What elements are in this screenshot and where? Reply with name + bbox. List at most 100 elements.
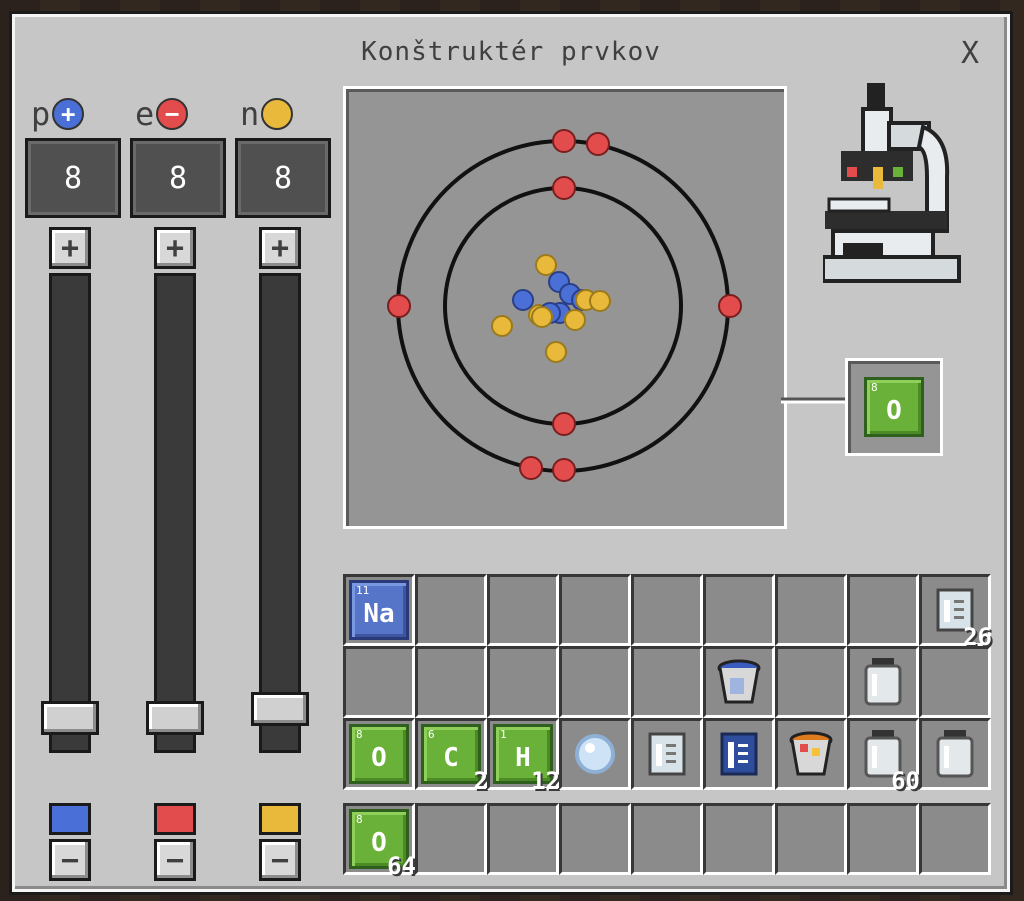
inventory-slot[interactable]: 8 O — [343, 718, 415, 790]
electron — [586, 132, 610, 156]
output-element-tile[interactable]: 8 O — [864, 377, 924, 437]
neutron-count: 8 — [235, 138, 331, 218]
beaker-icon — [720, 732, 758, 776]
inventory-slot-empty[interactable] — [415, 646, 487, 718]
element-symbol: C — [443, 743, 459, 773]
proton-minus-button[interactable]: − — [49, 839, 91, 881]
proton-count: 8 — [25, 138, 121, 218]
proton-slider: + − — [41, 227, 99, 881]
proton — [512, 289, 534, 311]
element-tile-o[interactable]: 8 O — [349, 724, 409, 784]
inventory-slot[interactable]: 60 — [847, 718, 920, 795]
electron — [552, 129, 576, 153]
inventory-slot-empty[interactable] — [559, 803, 631, 875]
neutron-label: n — [240, 95, 294, 133]
neutron-icon — [261, 98, 294, 130]
atomic-number: 8 — [356, 813, 363, 826]
stack-count: 12 — [531, 767, 560, 795]
inventory-slot[interactable]: 8 O 64 — [343, 803, 416, 880]
neutron-letter: n — [240, 95, 260, 133]
electron — [552, 412, 576, 436]
inventory-slot-empty[interactable] — [487, 803, 559, 875]
snowball-icon — [575, 734, 615, 774]
element-tile-c[interactable]: 6 C — [421, 724, 481, 784]
inventory-slot-empty[interactable] — [847, 574, 919, 646]
inventory-slot-empty[interactable] — [559, 574, 631, 646]
electron-count: 8 — [130, 138, 226, 218]
element-symbol: Na — [363, 599, 395, 629]
atomic-number: 11 — [356, 584, 370, 597]
inventory-slot[interactable] — [559, 718, 631, 790]
stack-count: 64 — [387, 852, 416, 880]
output-slot[interactable]: 8 O — [845, 358, 943, 456]
inventory-slot-empty[interactable] — [487, 646, 559, 718]
inventory-slot-empty[interactable] — [487, 574, 559, 646]
inventory-slot-empty[interactable] — [631, 803, 703, 875]
electron — [387, 294, 411, 318]
inventory-slot[interactable] — [775, 718, 847, 790]
inventory-slot[interactable]: 11 Na — [343, 574, 415, 646]
electron-letter: e — [135, 95, 155, 133]
electron — [718, 294, 742, 318]
stack-count: 2 — [473, 767, 488, 795]
neutron-minus-button[interactable]: − — [259, 839, 301, 881]
atom-model — [387, 129, 742, 482]
inventory-slot-empty[interactable] — [631, 646, 703, 718]
proton-label: p + — [31, 95, 85, 133]
inventory-slot-empty[interactable] — [703, 574, 775, 646]
inventory-slot-empty[interactable] — [343, 646, 415, 718]
hotbar: 8 O 64 — [343, 803, 991, 880]
inventory-slot-empty[interactable] — [559, 646, 631, 718]
electron — [519, 456, 543, 480]
inventory-slot[interactable] — [703, 718, 775, 790]
inventory-slot-empty[interactable] — [415, 803, 487, 875]
inventory-slot[interactable]: 26 — [919, 574, 992, 651]
inventory-slot-empty[interactable] — [919, 646, 991, 718]
electron-slider-track[interactable] — [154, 273, 196, 753]
neutron-slider-thumb[interactable] — [251, 692, 309, 727]
microscope-icon — [823, 83, 961, 283]
atom-display — [343, 86, 787, 529]
glass-jar-icon — [864, 658, 902, 706]
inventory-slot-empty[interactable] — [415, 574, 487, 646]
neutron-slider-track[interactable] — [259, 273, 301, 753]
electron-plus-button[interactable]: + — [154, 227, 196, 269]
close-icon[interactable]: X — [955, 39, 985, 69]
inventory-slot[interactable] — [703, 646, 775, 718]
neutron — [535, 254, 557, 276]
electron-label: e − — [135, 95, 189, 133]
inventory-slot-empty[interactable] — [631, 574, 703, 646]
inventory-slot-empty[interactable] — [775, 646, 847, 718]
inventory-slot[interactable] — [919, 718, 991, 790]
proton-icon: + — [52, 98, 85, 130]
output-atomic-number: 8 — [871, 381, 878, 394]
atomic-number: 6 — [428, 728, 435, 741]
inventory-slot-empty[interactable] — [775, 574, 847, 646]
proton-plus-button[interactable]: + — [49, 227, 91, 269]
proton-slider-track[interactable] — [49, 273, 91, 753]
window-title: Konštruktér prvkov — [361, 37, 661, 67]
neutron-plus-button[interactable]: + — [259, 227, 301, 269]
inventory-slot-empty[interactable] — [703, 803, 775, 875]
inventory-slot[interactable] — [847, 646, 919, 718]
inventory-slot[interactable]: 6 C2 — [415, 718, 488, 795]
inventory-slot[interactable] — [631, 718, 703, 790]
electron-minus-button[interactable]: − — [154, 839, 196, 881]
inventory-slot-empty[interactable] — [775, 803, 847, 875]
inventory-slot[interactable]: 1 H 12 — [487, 718, 560, 795]
neutron — [491, 315, 513, 337]
electron — [552, 176, 576, 200]
neutron-color-bar — [259, 803, 301, 835]
inventory-slot-empty[interactable] — [919, 803, 991, 875]
neutron — [564, 309, 586, 331]
nucleus — [491, 254, 611, 363]
inventory-slot-empty[interactable] — [847, 803, 919, 875]
lava-bucket-icon — [789, 731, 833, 776]
element-symbol: O — [371, 743, 387, 773]
element-tile-na[interactable]: 11 Na — [349, 580, 409, 640]
glass-jar-icon — [936, 730, 974, 778]
atomic-number: 8 — [356, 728, 363, 741]
electron-slider-thumb[interactable] — [146, 701, 204, 736]
proton-slider-thumb[interactable] — [41, 701, 99, 736]
neutron — [589, 290, 611, 312]
